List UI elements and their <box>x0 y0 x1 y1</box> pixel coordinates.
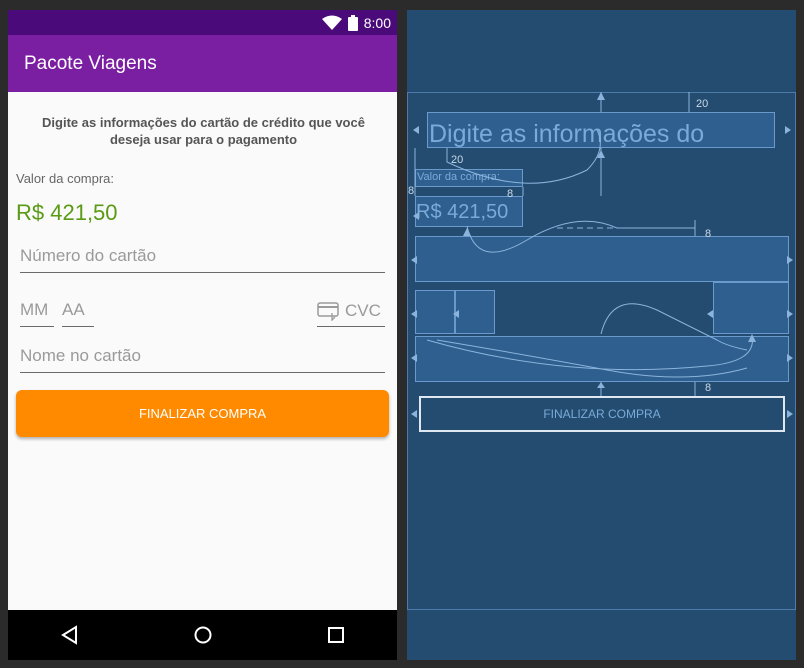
finalize-purchase-button[interactable]: FINALIZAR COMPRA <box>16 390 389 437</box>
blueprint-view: Digite as informações do Valor da compra… <box>407 10 796 660</box>
app-bar: Pacote Viagens <box>8 35 397 92</box>
card-number-input[interactable]: Número do cartão <box>20 246 385 273</box>
margin-label-button: 8 <box>705 382 712 394</box>
cvc-input[interactable]: CVC <box>317 296 385 327</box>
status-bar: 8:00 <box>8 10 397 35</box>
status-icons: 8:00 <box>321 14 391 32</box>
cvc-placeholder: CVC <box>345 301 381 320</box>
amount-label: Valor da compra: <box>16 171 115 186</box>
margin-label-left: 8 <box>408 185 415 197</box>
back-icon[interactable] <box>60 625 80 645</box>
battery-icon <box>347 15 358 31</box>
design-preview: 8:00 Pacote Viagens Digite as informaçõe… <box>8 10 397 660</box>
year-placeholder: AA <box>62 300 85 319</box>
instructions-text: Digite as informações do cartão de crédi… <box>42 115 365 147</box>
amount-value: R$ 421,50 <box>16 200 118 225</box>
margin-label-instructions: 20 <box>451 154 464 166</box>
recents-icon[interactable] <box>326 625 346 645</box>
credit-card-icon <box>317 302 339 321</box>
wifi-icon <box>321 15 342 30</box>
margin-label-card: 8 <box>705 228 712 240</box>
month-placeholder: MM <box>20 300 49 319</box>
app-title: Pacote Viagens <box>24 53 157 74</box>
name-placeholder: Nome no cartão <box>20 346 141 365</box>
margin-label-top: 20 <box>696 98 709 110</box>
clock: 8:00 <box>363 15 391 31</box>
expiry-month-input[interactable]: MM <box>20 300 54 327</box>
expiry-year-input[interactable]: AA <box>62 300 94 327</box>
navigation-bar <box>8 610 397 660</box>
blueprint-constraints <box>411 92 793 418</box>
home-icon[interactable] <box>193 625 213 645</box>
cardholder-name-input[interactable]: Nome no cartão <box>20 346 385 373</box>
card-number-placeholder: Número do cartão <box>20 246 157 265</box>
margin-label-amount: 8 <box>507 188 514 200</box>
